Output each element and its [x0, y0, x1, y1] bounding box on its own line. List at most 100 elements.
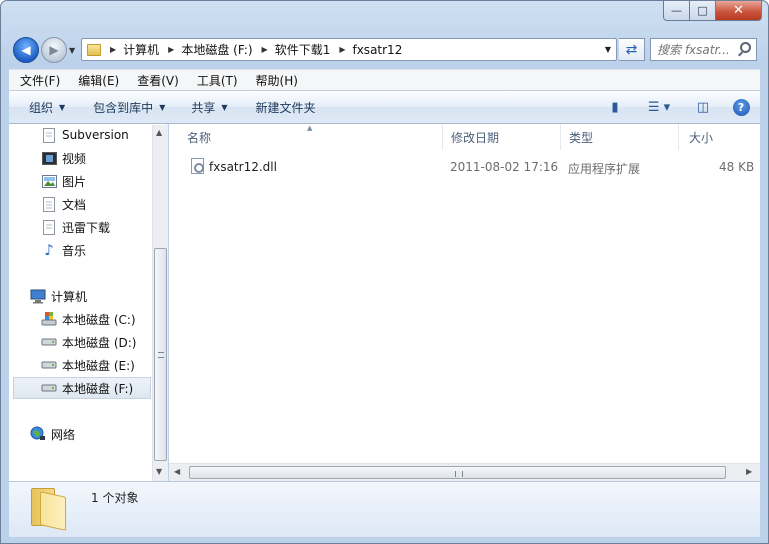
document-icon	[41, 196, 57, 212]
nav-item-label: 本地磁盘 (E:)	[62, 358, 135, 373]
navigation-scrollbar[interactable]: ▲ ▼	[152, 125, 168, 481]
organize-button[interactable]: 组织 ▼	[19, 99, 75, 116]
dll-file-icon	[191, 158, 204, 174]
change-view-button[interactable]: ☰ ▾	[642, 97, 676, 117]
nav-item-label: 文档	[62, 197, 87, 212]
new-folder-button[interactable]: 新建文件夹	[246, 99, 326, 116]
menu-file[interactable]: 文件(F)	[9, 72, 67, 89]
breadcrumb-fxsatr12[interactable]: fxsatr12	[352, 43, 402, 57]
column-header-name[interactable]: 名称	[177, 124, 443, 150]
scrollbar-thumb[interactable]	[189, 466, 726, 479]
chevron-down-icon: ▼	[59, 102, 66, 112]
file-modified: 2011-08-02 17:16	[450, 160, 559, 174]
chevron-down-icon: ▼	[159, 102, 166, 112]
explorer-window: — □ ✕ ◀ ▶ ▼ ▶ 计算机 ▶ 本地磁盘 (F:) ▶ 软件下载1 ▶ …	[0, 0, 769, 544]
chevron-right-icon[interactable]: ▶	[168, 45, 174, 54]
chevron-right-icon[interactable]: ▶	[262, 45, 268, 54]
file-list: ▲ 名称 修改日期 类型 大小 fxsatr12.dll 2011-08-02 …	[169, 124, 760, 481]
nav-item-label: 本地磁盘 (D:)	[62, 335, 137, 350]
menu-help[interactable]: 帮助(H)	[245, 72, 305, 89]
search-icon[interactable]	[740, 42, 751, 53]
nav-item-xunlei-downloads[interactable]: 迅雷下载	[41, 216, 110, 238]
menu-edit[interactable]: 编辑(E)	[67, 72, 126, 89]
scroll-down-arrow-icon[interactable]: ▼	[156, 467, 162, 476]
document-icon	[41, 127, 57, 143]
scroll-left-arrow-icon[interactable]: ◀	[174, 467, 180, 476]
breadcrumb-computer[interactable]: 计算机	[123, 41, 159, 58]
nav-item-drive-d[interactable]: 本地磁盘 (D:)	[41, 331, 136, 353]
nav-item-drive-e[interactable]: 本地磁盘 (E:)	[41, 354, 135, 376]
help-icon: ?	[732, 98, 750, 116]
search-input[interactable]	[657, 42, 741, 57]
nav-item-subversion[interactable]: Subversion	[41, 124, 129, 146]
nav-item-network[interactable]: 网络	[30, 423, 75, 445]
preview-pane-icon: ◫	[696, 99, 710, 115]
system-drive-icon	[41, 311, 57, 327]
computer-icon	[30, 288, 46, 304]
breadcrumb-downloads[interactable]: 软件下载1	[275, 41, 331, 58]
nav-item-drive-f[interactable]: 本地磁盘 (F:)	[13, 377, 151, 399]
back-button[interactable]: ◀	[13, 37, 39, 63]
forward-arrow-icon: ▶	[49, 43, 59, 57]
new-folder-label: 新建文件夹	[255, 100, 316, 115]
minimize-button[interactable]: —	[663, 1, 690, 21]
forward-button[interactable]: ▶	[41, 37, 67, 63]
video-icon	[41, 150, 57, 166]
view-controls: ▮ ☰ ▾ ◫ ?	[596, 91, 760, 123]
nav-item-label: 计算机	[51, 289, 88, 304]
nav-item-drive-c[interactable]: 本地磁盘 (C:)	[41, 308, 136, 330]
pin-icon[interactable]: ▮	[604, 97, 626, 117]
column-header-type[interactable]: 类型	[559, 124, 679, 150]
drive-icon	[41, 334, 57, 350]
menu-tools[interactable]: 工具(T)	[186, 72, 245, 89]
drive-icon	[41, 380, 57, 396]
column-header-size[interactable]: 大小	[679, 124, 760, 150]
picture-icon	[41, 173, 57, 189]
nav-item-documents[interactable]: 文档	[41, 193, 86, 215]
nav-item-computer[interactable]: 计算机	[30, 285, 87, 307]
scroll-right-arrow-icon[interactable]: ▶	[746, 467, 752, 476]
document-icon	[41, 219, 57, 235]
search-box[interactable]	[650, 38, 757, 61]
chevron-right-icon[interactable]: ▶	[339, 45, 345, 54]
nav-item-videos[interactable]: 视频	[41, 147, 86, 169]
share-label: 共享	[191, 100, 216, 115]
nav-item-label: 本地磁盘 (F:)	[62, 381, 134, 396]
address-bar[interactable]: ▶ 计算机 ▶ 本地磁盘 (F:) ▶ 软件下载1 ▶ fxsatr12 ▼	[81, 38, 617, 61]
breadcrumb-drive-f[interactable]: 本地磁盘 (F:)	[181, 41, 252, 58]
address-history-dropdown[interactable]: ▼	[605, 45, 611, 54]
nav-item-label: 本地磁盘 (C:)	[62, 312, 136, 327]
nav-item-label: 网络	[51, 427, 76, 442]
file-name[interactable]: fxsatr12.dll	[209, 160, 277, 174]
caption-buttons: — □ ✕	[663, 1, 762, 23]
file-row[interactable]: fxsatr12.dll 2011-08-02 17:16 应用程序扩展 48 …	[187, 156, 760, 178]
file-list-horizontal-scrollbar[interactable]: ◀ ▶	[169, 463, 760, 481]
share-button[interactable]: 共享 ▼	[181, 99, 237, 116]
details-pane: 1 个对象	[9, 481, 760, 537]
menu-view[interactable]: 查看(V)	[126, 72, 186, 89]
nav-item-label: 音乐	[62, 243, 87, 258]
maximize-button[interactable]: □	[690, 1, 716, 21]
grip-icon	[455, 471, 463, 477]
navigation-pane: Subversion 视频 图片 文档 迅雷下载 ♪ 音乐 计算机 本地磁盘 (…	[9, 124, 168, 481]
details-view-icon: ☰ ▾	[647, 99, 671, 115]
file-type: 应用程序扩展	[568, 162, 641, 176]
nav-item-pictures[interactable]: 图片	[41, 170, 86, 192]
drive-icon	[41, 357, 57, 373]
preview-pane-button[interactable]: ◫	[692, 97, 714, 117]
close-button[interactable]: ✕	[716, 1, 762, 21]
chevron-down-icon: ▼	[221, 102, 228, 112]
chevron-right-icon[interactable]: ▶	[110, 45, 116, 54]
nav-item-label: 迅雷下载	[62, 220, 111, 235]
file-size: 48 KB	[719, 160, 755, 174]
refresh-button[interactable]: ⇄	[619, 38, 645, 61]
scroll-up-arrow-icon[interactable]: ▲	[156, 128, 162, 137]
network-icon	[30, 426, 46, 442]
nav-item-music[interactable]: ♪ 音乐	[41, 239, 86, 261]
scrollbar-thumb[interactable]	[154, 248, 167, 461]
folder-icon	[87, 43, 101, 56]
include-in-library-button[interactable]: 包含到库中 ▼	[83, 99, 175, 116]
help-button[interactable]: ?	[730, 97, 752, 117]
column-header-date-modified[interactable]: 修改日期	[441, 124, 561, 150]
recent-pages-dropdown[interactable]: ▼	[69, 46, 75, 55]
